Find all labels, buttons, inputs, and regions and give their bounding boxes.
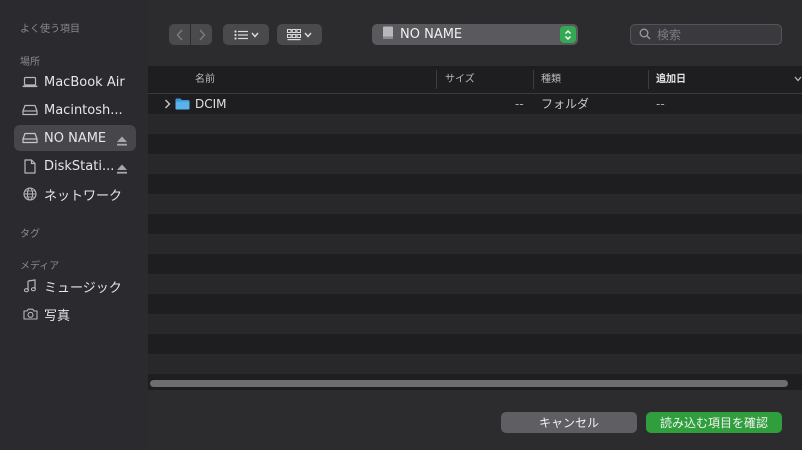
sidebar: よく使う項目 場所 MacBook Air Macintosh... NO NA… — [0, 0, 148, 450]
column-header-date-added[interactable]: 追加日 — [656, 66, 686, 93]
column-header-kind[interactable]: 種類 — [541, 66, 561, 93]
empty-row — [148, 334, 802, 354]
sidebar-item-photos[interactable]: 写真 — [14, 301, 136, 327]
tags-header: タグ — [20, 229, 40, 240]
divider — [436, 70, 437, 89]
sidebar-item-no-name[interactable]: NO NAME — [14, 125, 136, 151]
empty-row — [148, 154, 802, 174]
list-icon — [233, 29, 248, 40]
empty-row — [148, 254, 802, 274]
empty-row — [148, 234, 802, 254]
file-date-added: -- — [656, 97, 665, 111]
chevron-left-icon — [175, 28, 183, 41]
search-field[interactable] — [630, 24, 782, 45]
file-name: DCIM — [195, 97, 227, 111]
list-view-button[interactable] — [223, 24, 269, 45]
sidebar-item-label: NO NAME — [44, 130, 107, 146]
empty-row — [148, 194, 802, 214]
sidebar-item-macintosh-hd[interactable]: Macintosh... — [14, 97, 136, 123]
location-popup[interactable]: NO NAME — [372, 24, 578, 45]
sidebar-item-label: DiskStati... — [44, 158, 115, 174]
music-note-icon — [22, 278, 38, 294]
open-button[interactable]: 読み込む項目を確認 — [646, 412, 782, 433]
file-size: -- — [515, 97, 524, 111]
sidebar-item-label: ネットワーク — [44, 188, 123, 204]
empty-row — [148, 114, 802, 134]
globe-icon — [22, 186, 38, 202]
dialog-footer: キャンセル 読み込む項目を確認 — [148, 390, 802, 450]
sidebar-item-macbook-air[interactable]: MacBook Air — [14, 69, 136, 95]
eject-icon[interactable] — [116, 132, 128, 146]
camera-icon — [22, 306, 38, 322]
sidebar-item-diskstation[interactable]: DiskStati... — [14, 153, 136, 179]
favorites-header: よく使う項目 — [20, 24, 80, 35]
empty-row — [148, 214, 802, 234]
column-header-row: 名前 サイズ 種類 追加日 — [148, 66, 802, 94]
drive-icon — [22, 102, 38, 118]
toolbar: NO NAME — [148, 0, 802, 66]
divider — [533, 70, 534, 89]
sidebar-item-network[interactable]: ネットワーク — [14, 181, 136, 207]
table-row[interactable]: DCIM -- フォルダ -- — [148, 94, 802, 114]
folder-icon — [175, 98, 190, 110]
empty-row — [148, 314, 802, 334]
file-kind: フォルダ — [541, 97, 590, 111]
sidebar-item-label: ミュージック — [44, 280, 122, 296]
chevron-down-icon — [304, 32, 312, 38]
location-label: NO NAME — [400, 27, 463, 42]
drive-icon — [382, 25, 394, 44]
sort-chevron-icon — [794, 76, 802, 82]
sidebar-item-label: Macintosh... — [44, 102, 123, 118]
horizontal-scrollbar[interactable] — [150, 380, 788, 387]
navigation-buttons — [169, 24, 212, 45]
column-header-size[interactable]: サイズ — [445, 66, 475, 93]
file-list: DCIM -- フォルダ -- — [148, 94, 802, 380]
empty-row — [148, 294, 802, 314]
up-down-chevron-icon — [560, 26, 576, 43]
chevron-down-icon — [250, 32, 259, 38]
empty-row — [148, 354, 802, 374]
laptop-icon — [22, 74, 38, 90]
back-button[interactable] — [169, 24, 190, 45]
column-header-name[interactable]: 名前 — [195, 66, 215, 93]
grid-view-button[interactable] — [277, 24, 322, 45]
empty-row — [148, 274, 802, 294]
sidebar-item-label: MacBook Air — [44, 74, 125, 90]
locations-header: 場所 — [20, 57, 40, 68]
empty-row — [148, 174, 802, 194]
search-icon — [639, 25, 651, 44]
search-input[interactable] — [657, 27, 767, 42]
document-icon — [22, 158, 38, 174]
sidebar-item-label: 写真 — [44, 308, 71, 324]
chevron-right-icon — [198, 28, 206, 41]
grid-icon — [287, 28, 301, 40]
disclosure-triangle-icon[interactable] — [164, 99, 171, 109]
empty-row — [148, 134, 802, 154]
media-header: メディア — [20, 261, 60, 272]
divider — [648, 70, 649, 89]
sidebar-item-music[interactable]: ミュージック — [14, 273, 136, 299]
forward-button[interactable] — [191, 24, 212, 45]
cancel-button[interactable]: キャンセル — [501, 412, 637, 433]
eject-icon[interactable] — [116, 160, 128, 174]
drive-icon — [22, 130, 38, 146]
